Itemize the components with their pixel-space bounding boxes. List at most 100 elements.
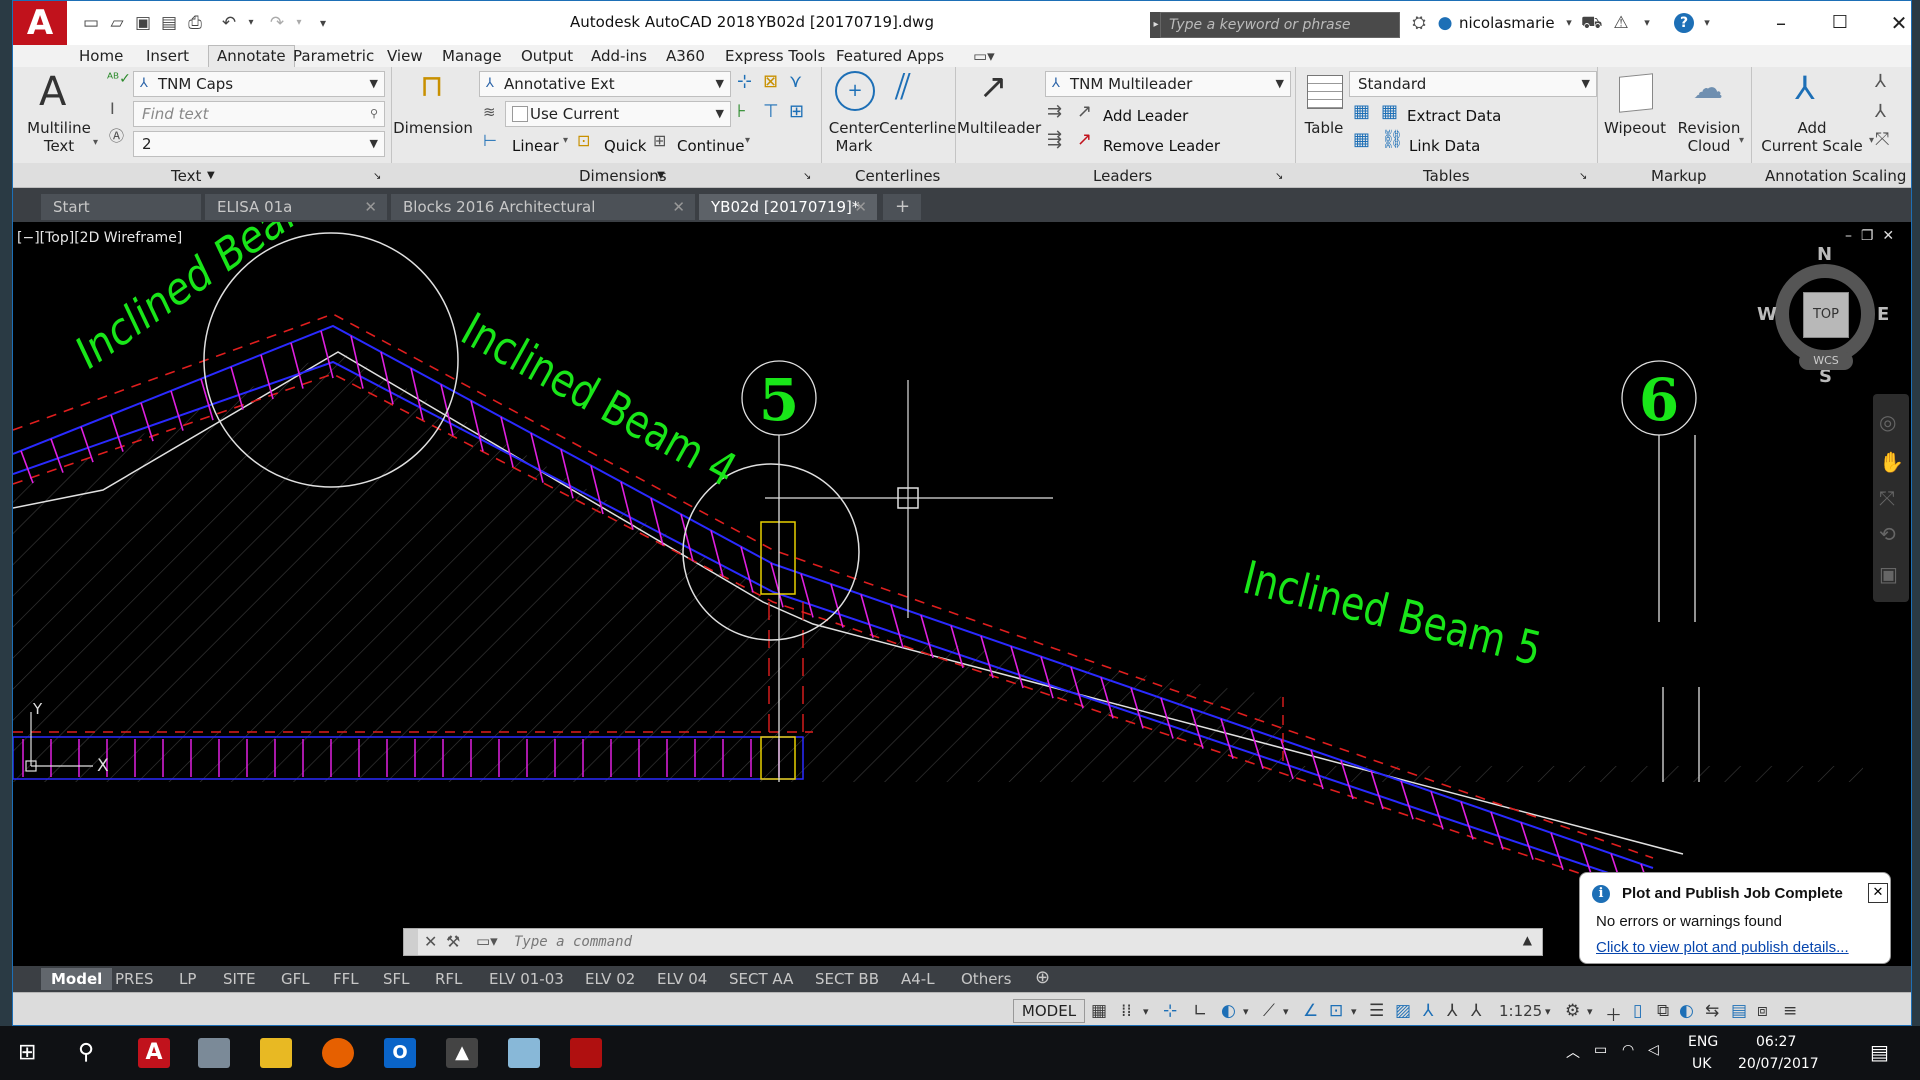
- continue-button[interactable]: Continue: [677, 137, 744, 155]
- recent-commands-icon[interactable]: ▭▾: [476, 932, 498, 950]
- layout-tab[interactable]: SECT BB: [815, 970, 879, 988]
- dim-tool-5-icon[interactable]: ⊤: [763, 101, 779, 122]
- linear-button[interactable]: Linear: [512, 137, 559, 155]
- plot-publish-icon[interactable]: ▤: [1731, 1001, 1747, 1021]
- dim-tool-6-icon[interactable]: ⊞: [789, 101, 804, 122]
- user-name[interactable]: nicolasmarie: [1459, 14, 1555, 32]
- link-data-icon[interactable]: ⛓: [1381, 129, 1404, 150]
- centerline-button[interactable]: Centerline: [879, 119, 957, 137]
- command-line[interactable]: ✕ ⚒ ▭▾ Type a command ▲: [403, 928, 1543, 956]
- tab-insert[interactable]: Insert: [146, 47, 189, 65]
- dim-tool-3-icon[interactable]: ⋎: [789, 71, 802, 92]
- redo-icon[interactable]: ↷: [267, 13, 287, 33]
- undo-dropdown-icon[interactable]: ▾: [241, 13, 261, 33]
- wipeout-icon[interactable]: [1619, 73, 1653, 113]
- maximize-icon[interactable]: ☐: [1820, 9, 1860, 37]
- ribbon-toggle-icon[interactable]: ▭▾: [973, 47, 995, 65]
- panel-title-dimensions[interactable]: Dimensions: [579, 167, 667, 185]
- help-search-input[interactable]: Type a keyword or phrase: [1160, 12, 1400, 38]
- quick-dim-icon[interactable]: ⊡: [577, 131, 590, 150]
- multiline-text-icon[interactable]: A: [39, 69, 66, 115]
- tab-home[interactable]: Home: [79, 47, 123, 65]
- extract-data-button[interactable]: Extract Data: [1407, 107, 1501, 125]
- steering-wheel-icon[interactable]: ◎: [1879, 410, 1896, 434]
- a360-icon[interactable]: ⚠: [1611, 13, 1631, 33]
- windows-start-icon[interactable]: ⊞: [18, 1040, 36, 1065]
- layout-tab[interactable]: FFL: [333, 970, 359, 988]
- table-update-icon[interactable]: ▦: [1353, 129, 1370, 150]
- wipeout-button[interactable]: Wipeout: [1599, 119, 1671, 137]
- layout-tab-model[interactable]: Model: [41, 968, 113, 990]
- tab-manage[interactable]: Manage: [442, 47, 502, 65]
- osnap-icon[interactable]: ⊡: [1329, 1001, 1343, 1021]
- close-notification-icon[interactable]: ✕: [1868, 883, 1888, 903]
- volume-icon[interactable]: ◁: [1648, 1042, 1659, 1058]
- chevron-up-icon[interactable]: ▲: [1523, 933, 1532, 947]
- cart-icon[interactable]: ⛟: [1581, 13, 1602, 33]
- grid-icon[interactable]: ▦: [1091, 1001, 1107, 1021]
- add-leader-button[interactable]: Add Leader: [1103, 107, 1188, 125]
- doc-tab-yb02d[interactable]: YB02d [20170719]* ✕: [699, 194, 877, 220]
- layout-tab[interactable]: SITE: [223, 970, 256, 988]
- center-mark-button[interactable]: Center Mark: [821, 119, 887, 155]
- text-scale-icon[interactable]: Ⓐ: [109, 125, 124, 146]
- quick-button[interactable]: Quick: [604, 137, 646, 155]
- ortho-icon[interactable]: ∟: [1193, 1001, 1207, 1021]
- layout-tab[interactable]: LP: [179, 970, 196, 988]
- tab-a360[interactable]: A360: [666, 47, 705, 65]
- viewport-controls-label[interactable]: [−][Top][2D Wireframe]: [17, 230, 182, 246]
- close-tab-icon[interactable]: ✕: [364, 194, 377, 220]
- input-language-1[interactable]: ENG: [1688, 1034, 1718, 1050]
- quick-properties-icon[interactable]: ⧉: [1657, 1001, 1669, 1021]
- binoculars-icon[interactable]: ⛭: [1409, 13, 1429, 33]
- text-height-combo[interactable]: 2 ▼: [133, 131, 385, 157]
- doc-tab-elisa[interactable]: ELISA 01a [20170718]*✕: [205, 194, 387, 242]
- workspace-gear-icon[interactable]: ⚙: [1565, 1001, 1580, 1021]
- dimension-button[interactable]: Dimension: [393, 119, 473, 137]
- scale-dropdown-icon[interactable]: ▾: [1545, 1005, 1551, 1018]
- close-tab-icon[interactable]: ✕: [672, 194, 685, 220]
- revision-dropdown-icon[interactable]: ▾: [1739, 135, 1744, 146]
- viewport-window-controls[interactable]: – ❐ ✕: [1845, 228, 1894, 244]
- add-current-scale-button[interactable]: Add Current Scale: [1757, 119, 1867, 155]
- panel-launcher-icon[interactable]: ↘: [1579, 171, 1587, 182]
- layout-tab[interactable]: GFL: [281, 970, 310, 988]
- a360-dropdown-icon[interactable]: ▾: [1637, 13, 1657, 33]
- battery-icon[interactable]: ▭: [1594, 1042, 1607, 1058]
- tab-addins[interactable]: Add-ins: [591, 47, 647, 65]
- clock-time[interactable]: 06:27: [1756, 1034, 1796, 1050]
- user-icon[interactable]: ●: [1435, 13, 1455, 33]
- acrobat-icon[interactable]: [570, 1038, 602, 1068]
- center-mark-icon[interactable]: +: [835, 71, 875, 111]
- multiline-dropdown-icon[interactable]: ▾: [93, 137, 98, 148]
- link-data-button[interactable]: Link Data: [1409, 137, 1480, 155]
- snap-dropdown-icon[interactable]: ▾: [1143, 1005, 1149, 1018]
- clean-screen-icon[interactable]: ⧈: [1757, 1001, 1768, 1021]
- layout-tab[interactable]: ELV 04: [657, 970, 707, 988]
- leader-align-icon[interactable]: ⇉: [1047, 101, 1062, 122]
- notification-link[interactable]: Click to view plot and publish details..…: [1596, 939, 1849, 956]
- doc-tab-blocks[interactable]: Blocks 2016 Architectural [20160109]*✕: [391, 194, 695, 242]
- remove-leader-button[interactable]: Remove Leader: [1103, 137, 1220, 155]
- multileader-button[interactable]: Multileader: [957, 119, 1041, 137]
- showmotion-icon[interactable]: ▣: [1879, 562, 1898, 586]
- leader-collect-icon[interactable]: ⇶: [1047, 129, 1062, 150]
- action-center-icon[interactable]: ▤: [1870, 1040, 1889, 1064]
- photos-icon[interactable]: ▲: [446, 1038, 478, 1068]
- continue-icon[interactable]: ⊞: [653, 131, 666, 150]
- dimension-icon[interactable]: ⊓: [411, 69, 453, 109]
- infer-constraints-icon[interactable]: ⊹: [1163, 1001, 1177, 1021]
- snap-icon[interactable]: ⁞⁞: [1121, 1001, 1132, 1021]
- compass-east[interactable]: E: [1877, 304, 1889, 325]
- tab-output[interactable]: Output: [521, 47, 573, 65]
- autocad-taskbar-icon[interactable]: A: [138, 1038, 170, 1068]
- text-style-combo[interactable]: ⅄ TNM Caps ▼: [133, 71, 385, 97]
- wrench-icon[interactable]: ⚒: [446, 932, 460, 951]
- object-snap-tracking-icon[interactable]: ∠: [1303, 1001, 1318, 1021]
- lock-ui-icon[interactable]: ◐: [1679, 1001, 1694, 1021]
- dimension-layer-combo[interactable]: Use Current ▼: [505, 101, 731, 127]
- new-icon[interactable]: ▭: [81, 13, 101, 33]
- revision-cloud-icon[interactable]: ☁: [1693, 71, 1723, 106]
- multileader-style-combo[interactable]: ⅄ TNM Multileader ▼: [1045, 71, 1291, 97]
- layout-tab[interactable]: A4-L: [901, 970, 935, 988]
